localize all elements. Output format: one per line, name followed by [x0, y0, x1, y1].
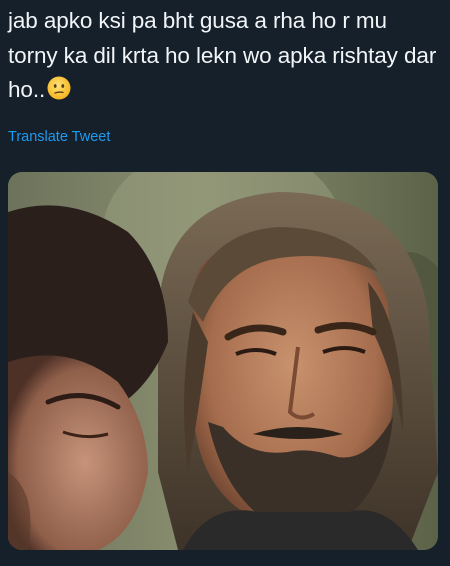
- tweet-card: jab apko ksi pa bht gusa a rha ho r mu t…: [0, 0, 450, 566]
- tweet-text-content: jab apko ksi pa bht gusa a rha ho r mu t…: [8, 8, 437, 102]
- photo-image-icon: [8, 172, 438, 550]
- tweet-text: jab apko ksi pa bht gusa a rha ho r mu t…: [8, 4, 440, 108]
- confused-face-emoji-icon: [47, 76, 71, 100]
- tweet-image[interactable]: [8, 172, 438, 550]
- translate-tweet-link[interactable]: Translate Tweet: [8, 127, 110, 147]
